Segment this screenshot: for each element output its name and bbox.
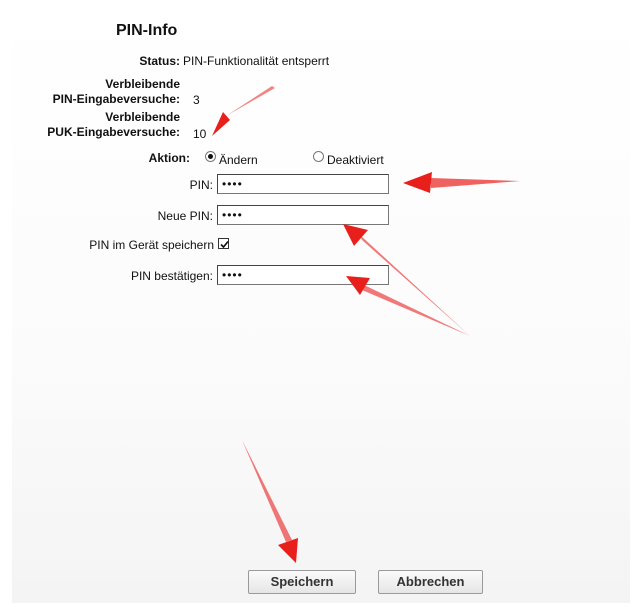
confirm-pin-input[interactable]: ••••: [217, 265, 389, 285]
save-button[interactable]: Speichern: [248, 570, 356, 594]
puk-attempts-label-line1: Verbleibende: [105, 110, 180, 124]
cancel-button[interactable]: Abbrechen: [378, 570, 483, 594]
pin-attempts-label-line2: PIN-Eingabeversuche:: [52, 92, 180, 106]
store-pin-label: PIN im Gerät speichern: [89, 238, 214, 252]
action-radio-deaktiviert[interactable]: [313, 151, 324, 162]
action-radio-aendern[interactable]: [205, 151, 216, 162]
action-label: Aktion:: [148, 151, 190, 165]
status-label: Status:: [139, 54, 180, 68]
store-pin-checkbox[interactable]: [218, 238, 229, 249]
puk-attempts-label-line2: PUK-Eingabeversuche:: [47, 125, 180, 139]
page-title: PIN-Info: [116, 22, 178, 39]
puk-attempts-value: 10: [193, 127, 207, 141]
pin-label: PIN:: [189, 178, 213, 192]
confirm-pin-label: PIN bestätigen:: [130, 269, 213, 283]
action-option-deaktiviert-label[interactable]: Deaktiviert: [327, 153, 384, 167]
checkmark-icon: [220, 240, 229, 249]
pin-attempts-label-line1: Verbleibende: [105, 77, 180, 91]
pin-input[interactable]: ••••: [217, 174, 389, 194]
action-option-aendern-label[interactable]: Ändern: [219, 153, 258, 167]
new-pin-input[interactable]: ••••: [217, 205, 389, 225]
status-value: PIN-Funktionalität entsperrt: [183, 54, 330, 68]
new-pin-label: Neue PIN:: [157, 209, 213, 223]
pin-attempts-value: 3: [193, 93, 200, 107]
